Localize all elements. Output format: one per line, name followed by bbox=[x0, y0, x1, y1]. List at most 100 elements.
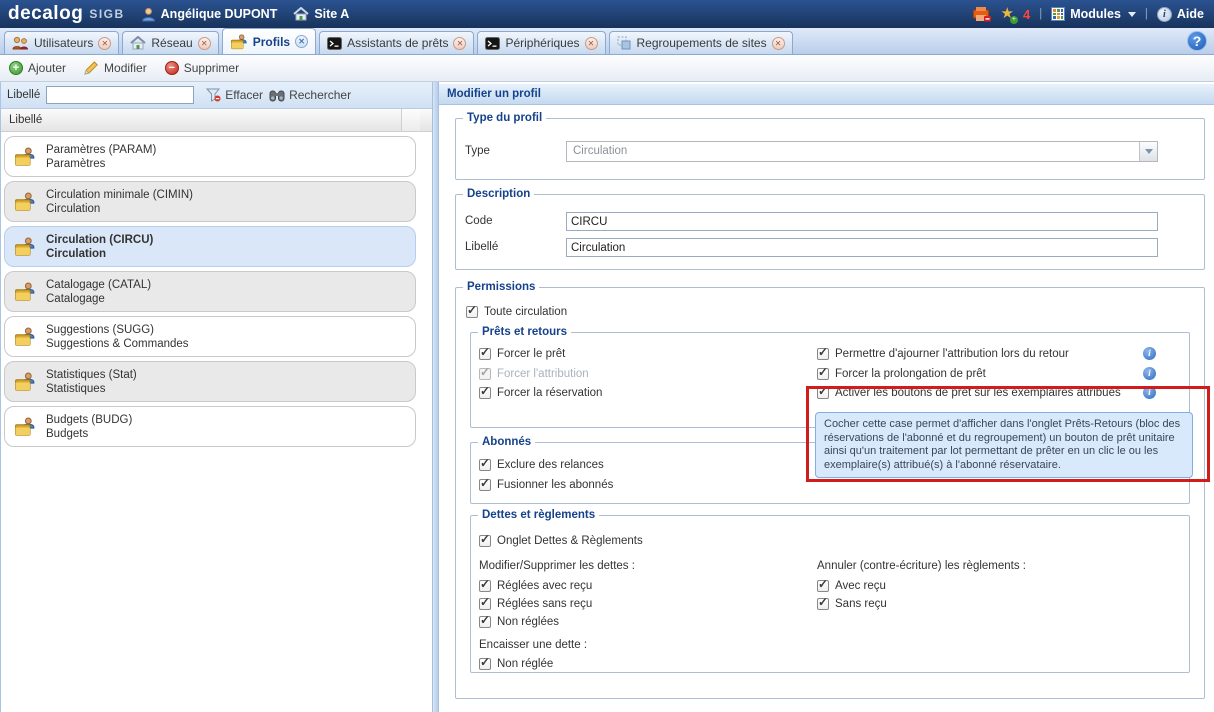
tab-peripheriques[interactable]: Périphériques ✕ bbox=[477, 31, 605, 54]
dropdown-arrow-icon[interactable] bbox=[1139, 142, 1157, 161]
item-title: Budgets (BUDG) bbox=[46, 414, 132, 426]
list-item-suggestions[interactable]: Suggestions (SUGG)Suggestions & Commande… bbox=[4, 316, 416, 357]
site-name: Site A bbox=[314, 7, 349, 21]
checkbox-permettre-ajourner-attribution[interactable]: ✓ Permettre d'ajourner l'attribution lor… bbox=[817, 347, 1069, 361]
tab-assistants-de-prets[interactable]: Assistants de prêts ✕ bbox=[319, 31, 474, 54]
list-column-header[interactable]: Libellé bbox=[1, 109, 433, 132]
checkbox-exclure-des-relances[interactable]: ✓ Exclure des relances bbox=[479, 458, 604, 472]
tab-utilisateurs[interactable]: Utilisateurs ✕ bbox=[4, 31, 119, 54]
item-title: Circulation minimale (CIMIN) bbox=[46, 189, 193, 201]
binoculars-icon bbox=[269, 89, 285, 102]
pencil-icon bbox=[84, 61, 99, 75]
delete-button[interactable]: − Supprimer bbox=[165, 61, 239, 75]
checkbox-non-reglees[interactable]: ✓ Non réglées bbox=[479, 615, 559, 629]
help-icon[interactable]: ? bbox=[1187, 31, 1207, 51]
checkbox-onglet-dettes-reglements[interactable]: ✓ Onglet Dettes & Règlements bbox=[479, 534, 643, 548]
search-input[interactable] bbox=[46, 86, 194, 104]
search-label: Libellé bbox=[7, 89, 40, 101]
info-icon: i bbox=[1157, 7, 1172, 22]
checkbox-reglees-sans-recu[interactable]: ✓ Réglées sans reçu bbox=[479, 597, 592, 611]
tab-reseau[interactable]: Réseau ✕ bbox=[122, 31, 218, 54]
checkbox-forcer-prolongation-pret[interactable]: ✓ Forcer la prolongation de prêt bbox=[817, 367, 986, 381]
filter-clear-icon bbox=[206, 88, 221, 102]
close-icon[interactable]: ✕ bbox=[772, 37, 785, 50]
item-subtitle: Circulation bbox=[46, 203, 100, 215]
list-item-parametres[interactable]: Paramètres (PARAM) Paramètres bbox=[4, 136, 416, 177]
separator: | bbox=[1039, 8, 1042, 20]
list-item-budgets[interactable]: Budgets (BUDG)Budgets bbox=[4, 406, 416, 447]
list-item-circulation-selected[interactable]: Circulation (CIRCU)Circulation bbox=[4, 226, 416, 267]
chevron-down-icon bbox=[1128, 12, 1136, 17]
tab-label: Périphériques bbox=[505, 36, 579, 50]
edit-button[interactable]: Modifier bbox=[84, 61, 147, 75]
tab-profils[interactable]: Profils ✕ bbox=[222, 28, 316, 54]
close-icon[interactable]: ✕ bbox=[453, 37, 466, 50]
users-icon bbox=[12, 36, 29, 50]
checkbox-forcer-le-pret[interactable]: ✓ Forcer le prêt bbox=[479, 347, 565, 361]
delete-label: Supprimer bbox=[184, 61, 239, 75]
panel-splitter[interactable] bbox=[432, 82, 439, 712]
profile-folder-icon bbox=[14, 237, 36, 257]
close-icon[interactable]: ✕ bbox=[585, 37, 598, 50]
checkbox-avec-recu[interactable]: ✓ Avec reçu bbox=[817, 579, 886, 593]
checkbox: ✓ bbox=[479, 580, 491, 592]
checkbox-forcer-la-reservation[interactable]: ✓ Forcer la réservation bbox=[479, 386, 602, 400]
favorites-count: 4 bbox=[1023, 7, 1030, 22]
checkbox-non-reglee[interactable]: ✓ Non réglée bbox=[479, 657, 553, 671]
search-button[interactable]: Rechercher bbox=[269, 88, 351, 102]
search-button-label: Rechercher bbox=[289, 88, 351, 102]
help-menu[interactable]: i Aide bbox=[1157, 7, 1204, 22]
info-icon[interactable]: i bbox=[1143, 347, 1156, 360]
checkbox-activer-boutons-pret-exemplaires[interactable]: ✓ Activer les boutons de prêt sur les ex… bbox=[817, 386, 1121, 400]
current-user[interactable]: Angélique DUPONT bbox=[141, 7, 278, 22]
fieldset-dettes-et-reglements: Dettes et règlements ✓ Onglet Dettes & R… bbox=[470, 515, 1190, 673]
checkbox-reglees-avec-recu[interactable]: ✓ Réglées avec reçu bbox=[479, 579, 592, 593]
tab-label: Profils bbox=[253, 35, 290, 49]
type-select[interactable]: Circulation bbox=[566, 141, 1158, 162]
item-subtitle: Catalogage bbox=[46, 293, 105, 305]
profiles-list-panel: Libellé Effacer Rechercher Libellé Param… bbox=[0, 82, 432, 712]
checkbox: ✓ bbox=[479, 479, 491, 491]
modifier-supprimer-dettes-label: Modifier/Supprimer les dettes : bbox=[479, 560, 635, 572]
list-item-circulation-minimale[interactable]: Circulation minimale (CIMIN) Circulation bbox=[4, 181, 416, 222]
list-item-catalogage[interactable]: Catalogage (CATAL)Catalogage bbox=[4, 271, 416, 312]
printer-alert-icon[interactable] bbox=[972, 6, 992, 23]
search-row: Libellé Effacer Rechercher bbox=[1, 82, 433, 109]
fieldset-type-du-profil: Type du profil Type Circulation bbox=[455, 118, 1205, 180]
item-subtitle: Paramètres bbox=[46, 158, 105, 170]
checkbox-forcer-attribution-disabled: ✓ Forcer l'attribution bbox=[479, 367, 589, 381]
info-icon[interactable]: i bbox=[1143, 367, 1156, 380]
modules-menu[interactable]: Modules bbox=[1051, 7, 1136, 21]
libelle-input[interactable] bbox=[566, 238, 1158, 257]
checkbox: ✓ bbox=[466, 306, 478, 318]
fieldset-legend: Dettes et règlements bbox=[478, 509, 599, 522]
info-icon[interactable]: i bbox=[1143, 386, 1156, 399]
fieldset-legend: Prêts et retours bbox=[478, 326, 571, 339]
close-icon[interactable]: ✕ bbox=[198, 37, 211, 50]
checkbox-fusionner-les-abonnes[interactable]: ✓ Fusionner les abonnés bbox=[479, 478, 613, 492]
fieldset-permissions: Permissions ✓ Toute circulation Prêts et… bbox=[455, 287, 1205, 699]
list-item-statistiques[interactable]: Statistiques (Stat)Statistiques bbox=[4, 361, 416, 402]
fieldset-legend: Abonnés bbox=[478, 436, 535, 449]
checkbox: ✓ bbox=[479, 368, 491, 380]
close-icon[interactable]: ✕ bbox=[98, 37, 111, 50]
clear-filter-button[interactable]: Effacer bbox=[206, 88, 263, 102]
tab-regroupements-de-sites[interactable]: Regroupements de sites ✕ bbox=[609, 31, 793, 54]
item-title: Paramètres (PARAM) bbox=[46, 144, 156, 156]
user-name: Angélique DUPONT bbox=[161, 7, 278, 21]
favorites-star-icon[interactable]: ★+ bbox=[1001, 7, 1014, 21]
annuler-reglements-label: Annuler (contre-écriture) les règlements… bbox=[817, 560, 1026, 572]
add-button[interactable]: + Ajouter bbox=[9, 61, 66, 75]
item-title: Suggestions (SUGG) bbox=[46, 324, 154, 336]
checkbox-sans-recu[interactable]: ✓ Sans reçu bbox=[817, 597, 887, 611]
checkbox-toute-circulation[interactable]: ✓ Toute circulation bbox=[466, 305, 567, 319]
profile-folder-icon bbox=[14, 282, 36, 302]
item-title: Circulation (CIRCU) bbox=[46, 234, 153, 246]
checkbox: ✓ bbox=[479, 535, 491, 547]
checkbox: ✓ bbox=[817, 598, 829, 610]
home-icon bbox=[293, 7, 309, 21]
close-icon[interactable]: ✕ bbox=[295, 35, 308, 48]
checkbox: ✓ bbox=[817, 348, 829, 360]
code-input[interactable] bbox=[566, 212, 1158, 231]
current-site[interactable]: Site A bbox=[293, 7, 349, 21]
